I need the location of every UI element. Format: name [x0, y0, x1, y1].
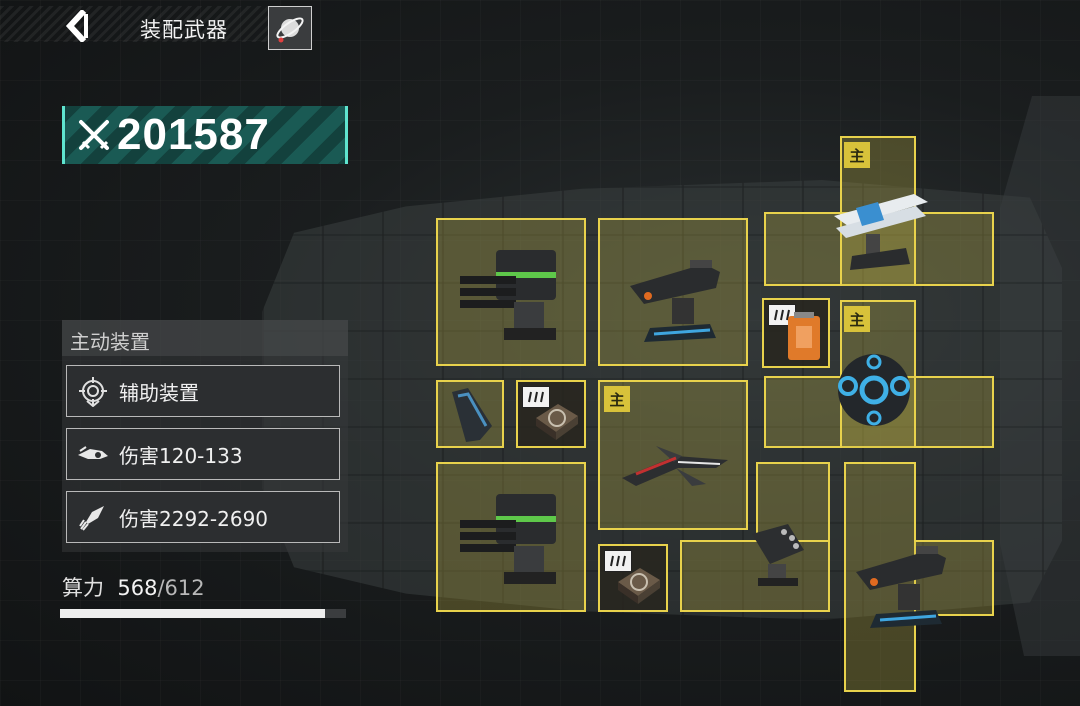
- weapon-cell-missile-pod-1[interactable]: [436, 218, 586, 366]
- weapon-cell-railgun-1[interactable]: [598, 218, 748, 366]
- slot-label: 伤害2292-2690: [119, 506, 269, 531]
- planet-button[interactable]: [268, 6, 312, 50]
- weapon-cell-small-cannon[interactable]: [436, 380, 504, 448]
- combat-power-value: 201587: [117, 110, 270, 159]
- back-button[interactable]: [62, 10, 92, 42]
- weapon-cell-fighter[interactable]: 主: [598, 380, 748, 530]
- active-device-header: 主动装置: [62, 320, 348, 356]
- railgun-turret-icon: [630, 260, 720, 342]
- compute-progress-fill: [60, 609, 326, 618]
- main-weapon-tag: 主: [844, 306, 870, 332]
- combat-power-banner: 201587: [62, 106, 348, 164]
- slot-label: 辅助装置: [119, 380, 199, 405]
- missile-icon: [73, 497, 113, 537]
- sphere-turret-icon: [838, 354, 910, 426]
- weapon-cell-missile-pod-2[interactable]: [436, 462, 586, 612]
- fighter-ship-icon: [622, 446, 728, 486]
- gear-emblem-icon: [73, 371, 113, 411]
- missile-pod-icon: [460, 250, 556, 340]
- crossed-swords-icon: [79, 120, 109, 150]
- planet-icon: [276, 17, 304, 43]
- main-weapon-tag: 主: [844, 142, 870, 168]
- compute-total: /612: [157, 576, 205, 600]
- module-cell-power-cell[interactable]: [762, 298, 830, 368]
- page-title: 装配武器: [140, 18, 228, 42]
- railgun-turret-icon: [856, 546, 946, 628]
- compute-label: 算力: [62, 576, 104, 600]
- top-bar: 装配武器: [0, 0, 340, 54]
- chip-module-icon: [618, 568, 660, 604]
- twin-cannon-icon: [834, 194, 928, 270]
- small-cannon-icon: [452, 388, 492, 442]
- compute-progress-bar: [60, 609, 346, 618]
- chevron-left-icon: [65, 10, 88, 42]
- missile-pod-icon: [460, 494, 556, 584]
- slot-missile-damage[interactable]: 伤害2292-2690: [66, 491, 340, 543]
- power-cell-icon: [788, 312, 820, 360]
- compute-used: 568: [117, 576, 158, 600]
- wing-drone-icon: [73, 434, 113, 474]
- compute-capacity: 算力 568/612: [62, 572, 205, 602]
- slot-auxiliary-device[interactable]: 辅助装置: [66, 365, 340, 417]
- slot-drone-damage[interactable]: 伤害120-133: [66, 428, 340, 480]
- active-device-title: 主动装置: [70, 330, 150, 354]
- rocket-launcher-icon: [752, 524, 804, 586]
- main-weapon-tag: 主: [604, 386, 630, 412]
- slot-label: 伤害120-133: [119, 443, 243, 468]
- module-cell-chip-2[interactable]: [598, 544, 668, 612]
- module-cell-chip-1[interactable]: [516, 380, 586, 448]
- chip-module-icon: [536, 404, 578, 440]
